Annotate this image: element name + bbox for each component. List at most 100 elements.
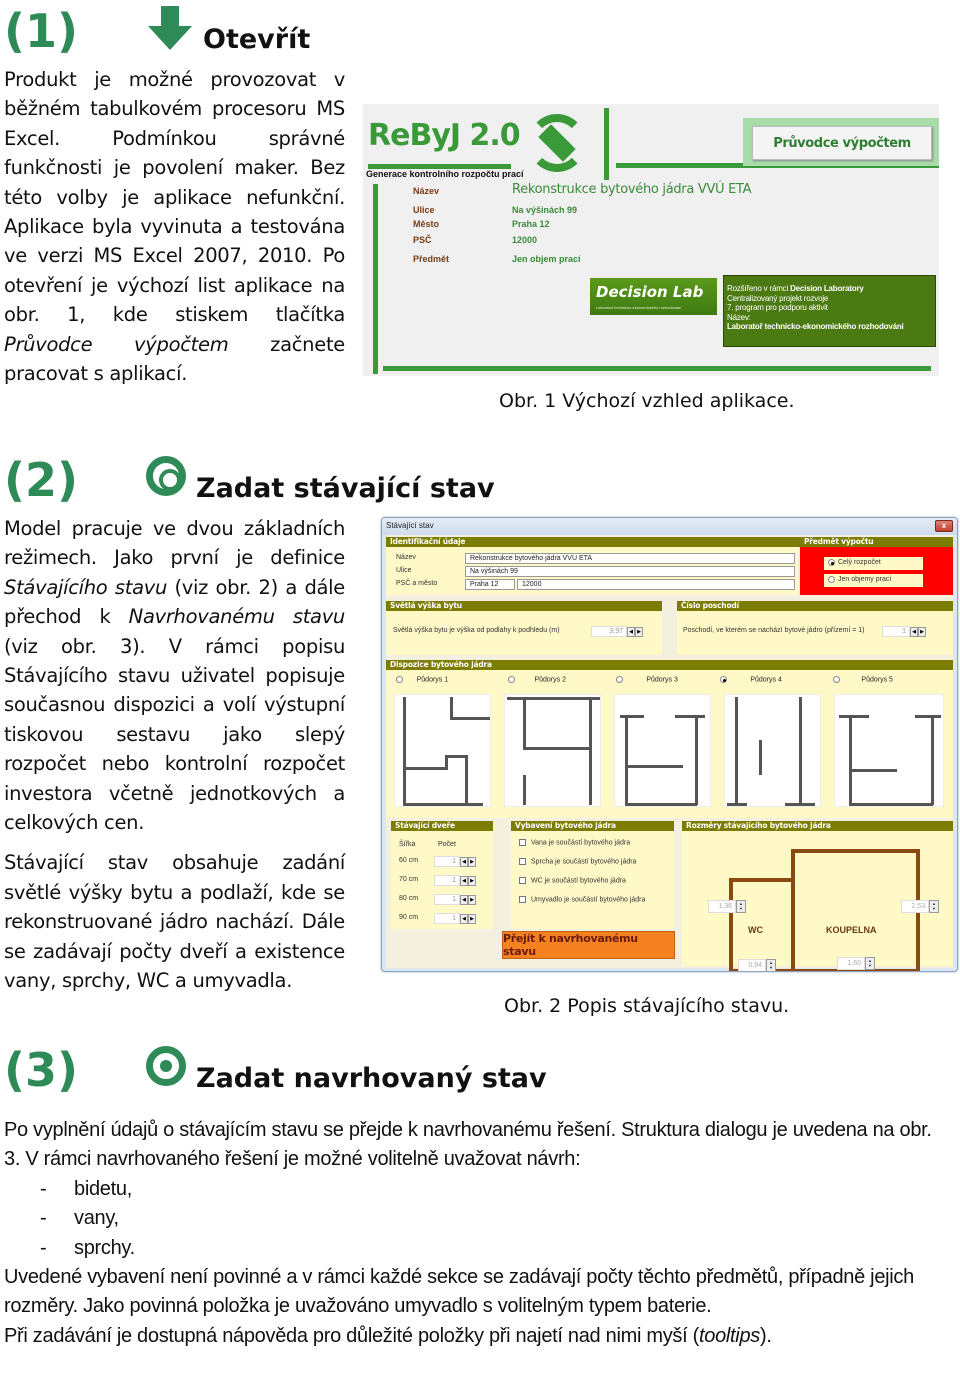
doors-col-width: Šířka <box>399 841 416 848</box>
field-label: Město <box>413 219 440 229</box>
plan-option-2[interactable]: Půdorys 2 <box>508 676 566 683</box>
checkbox-sink[interactable] <box>519 896 526 903</box>
checkbox-label: WC je součástí bytového jádra <box>531 877 626 885</box>
plan-option-5[interactable]: Půdorys 5 <box>833 676 893 683</box>
radio-plan-4[interactable] <box>720 676 727 683</box>
door-count-stepper[interactable]: 1 ◀ ▶ <box>434 913 476 924</box>
project-info-box: Rozšířeno v rámci Decision Laboratory Ce… <box>723 275 936 347</box>
plan-option-4[interactable]: Půdorys 4 <box>720 676 782 683</box>
close-icon[interactable]: x <box>935 520 953 532</box>
door-count[interactable]: 1 <box>434 913 460 924</box>
wc-width-stepper[interactable]: 0,94 ▲ ▼ <box>738 959 776 971</box>
door-width: 70 cm <box>399 876 419 883</box>
field-label: Předmět <box>413 254 450 264</box>
city-input[interactable]: Praha 12 <box>465 579 515 590</box>
radio-plan-5[interactable] <box>833 676 840 683</box>
door-count-stepper[interactable]: 1 ◀ ▶ <box>434 875 476 886</box>
up-down-icon[interactable]: ▲ ▼ <box>766 959 776 971</box>
floor-plan-image-4[interactable] <box>724 694 821 807</box>
doors-col-count: Počet <box>438 841 456 848</box>
wc-height-stepper[interactable]: 1,36 ▲ ▼ <box>708 900 746 913</box>
height-label: Světlá výška bytu je výška od podlahy k … <box>393 627 560 634</box>
door-count-stepper[interactable]: 1 ◀ ▶ <box>434 856 476 867</box>
option-full-budget[interactable]: Celý rozpočet <box>824 557 923 570</box>
height-stepper[interactable]: 3,97 ◀ ▶ <box>591 626 643 637</box>
subject-panel <box>800 547 953 595</box>
section-1-paragraph: Produkt je možné provozovat v běžném tab… <box>4 68 345 386</box>
equipment-bath[interactable]: Vana je součástí bytového jádra <box>519 839 630 846</box>
up-down-icon[interactable]: ▲ ▼ <box>865 957 875 970</box>
door-count[interactable]: 1 <box>434 856 460 867</box>
door-count-stepper[interactable]: 1 ◀ ▶ <box>434 894 476 905</box>
decrement-icon[interactable]: ◀ <box>627 626 635 637</box>
checkbox-shower[interactable] <box>519 858 526 865</box>
field-value: 12000 <box>512 235 538 245</box>
divider <box>604 108 609 180</box>
go-to-proposed-state-button[interactable]: Přejít k navrhovanému stavu <box>502 931 675 959</box>
floor-plan-image-5[interactable] <box>834 694 944 807</box>
radio-plan-2[interactable] <box>508 676 515 683</box>
section-3-title: Zadat navrhovaný stav <box>196 1063 547 1094</box>
field-value: Rekonstrukce bytového jádra VVÚ ETA <box>512 182 752 197</box>
figure-2-dialog: Stávající stav x Identifikační údaje Náz… <box>381 517 958 972</box>
increment-icon[interactable]: ▶ <box>468 913 476 924</box>
decrement-icon[interactable]: ◀ <box>460 875 468 886</box>
layout-panel: Půdorys 1 Půdorys 2 Půdorys 3 Půdorys 4 … <box>386 670 953 818</box>
wizard-button[interactable]: Průvodce výpočtem <box>752 126 932 160</box>
bath-width-stepper[interactable]: 1,60 ▲ ▼ <box>837 957 875 970</box>
decrement-icon[interactable]: ◀ <box>460 894 468 905</box>
floor-value[interactable]: 1 <box>882 626 910 637</box>
plan-option-3[interactable]: Půdorys 3 <box>616 676 678 683</box>
field-label: Název <box>413 186 440 196</box>
equipment-sink[interactable]: Umyvadlo je součástí bytového jádra <box>519 896 645 903</box>
up-down-icon[interactable]: ▲ ▼ <box>929 900 939 913</box>
equipment-wc[interactable]: WC je součástí bytového jádra <box>519 877 626 884</box>
wc-width-value[interactable]: 0,94 <box>738 959 766 971</box>
height-value[interactable]: 3,97 <box>591 626 627 637</box>
increment-icon[interactable]: ▶ <box>635 626 643 637</box>
decrement-icon[interactable]: ◀ <box>460 856 468 867</box>
option-volume-only[interactable]: Jen objemy prací <box>824 574 923 587</box>
floor-plan-image-1[interactable] <box>394 694 491 807</box>
increment-icon[interactable]: ▶ <box>468 856 476 867</box>
increment-icon[interactable]: ▶ <box>918 626 926 637</box>
checkbox-bath[interactable] <box>519 839 526 846</box>
street-input[interactable]: Na výšinách 99 <box>465 566 795 577</box>
radio-plan-1[interactable] <box>396 676 403 683</box>
floor-plan-image-3[interactable] <box>614 694 711 807</box>
radio-plan-3[interactable] <box>616 676 623 683</box>
section-3-paragraph-2: Uvedené vybavení není povinné a v rámci … <box>4 1266 914 1318</box>
wc-height-value[interactable]: 1,36 <box>708 900 736 913</box>
plan-option-1[interactable]: Půdorys 1 <box>396 676 448 683</box>
radio-volume-only[interactable] <box>828 576 835 583</box>
section-3-intro: Po vyplnění údajů o stávajícím stavu se … <box>4 1119 932 1171</box>
floor-plan-image-2[interactable] <box>504 694 601 807</box>
field-value: Jen objem prací <box>512 254 581 264</box>
equipment-shower[interactable]: Sprcha je součástí bytového jádra <box>519 858 636 865</box>
field-value: Praha 12 <box>512 219 550 229</box>
label-name: Název <box>396 554 416 561</box>
plan-label: Půdorys 2 <box>534 676 566 684</box>
up-down-icon[interactable]: ▲ ▼ <box>736 900 746 913</box>
radio-full-budget[interactable] <box>828 559 835 566</box>
field-label: PSČ <box>413 235 432 245</box>
name-input[interactable]: Rekonstrukce bytového jádra VVÚ ETA <box>465 553 795 564</box>
checkbox-wc[interactable] <box>519 877 526 884</box>
plan-label: Půdorys 3 <box>646 676 678 684</box>
decrement-icon[interactable]: ◀ <box>460 913 468 924</box>
bath-height-stepper[interactable]: 2,53 ▲ ▼ <box>901 900 939 913</box>
floor-stepper[interactable]: 1 ◀ ▶ <box>882 626 926 637</box>
checkbox-label: Umyvadlo je součástí bytového jádra <box>531 896 646 904</box>
door-count[interactable]: 1 <box>434 894 460 905</box>
increment-icon[interactable]: ▶ <box>468 894 476 905</box>
decrement-icon[interactable]: ◀ <box>910 626 918 637</box>
increment-icon[interactable]: ▶ <box>468 875 476 886</box>
floor-header: Číslo poschodí <box>677 601 953 611</box>
bath-width-value[interactable]: 1,60 <box>837 957 865 970</box>
bathroom-label: KOUPELNA <box>826 925 877 935</box>
bath-height-value[interactable]: 2,53 <box>901 900 929 913</box>
section-3-number: (3) <box>4 1043 79 1097</box>
wc-label: WC <box>748 925 763 935</box>
zip-input[interactable]: 12000 <box>517 579 795 590</box>
door-count[interactable]: 1 <box>434 875 460 886</box>
